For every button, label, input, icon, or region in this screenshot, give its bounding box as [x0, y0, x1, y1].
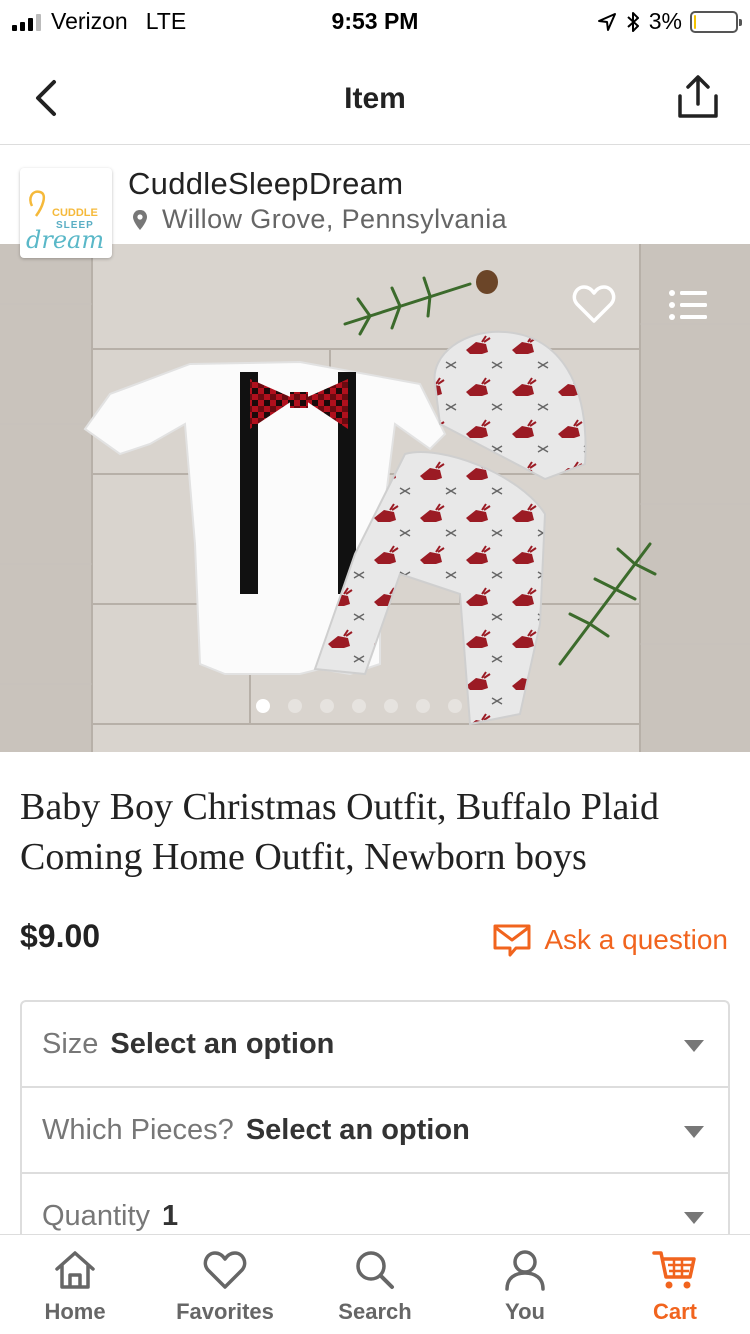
carousel-dot[interactable] — [320, 699, 334, 713]
option-label: Which Pieces? — [42, 1113, 234, 1146]
cart-icon — [652, 1251, 696, 1289]
tab-label: You — [505, 1299, 545, 1324]
user-icon — [505, 1250, 545, 1291]
shop-logo-image: CUDDLE SLEEP dream — [26, 190, 104, 254]
carousel-dot[interactable] — [256, 699, 270, 713]
battery-icon — [690, 10, 742, 33]
dropdown-caret-icon — [684, 1126, 704, 1138]
tab-label: Search — [338, 1299, 412, 1324]
bluetooth-icon — [627, 11, 639, 32]
dropdown-caret-icon — [684, 1212, 704, 1224]
tab-label: Cart — [652, 1299, 697, 1324]
product-title: Baby Boy Christmas Outfit, Buffalo Plaid… — [20, 786, 659, 878]
status-right: 3% — [597, 8, 742, 35]
product-price: $9.00 — [20, 918, 101, 954]
variation-options: Size Select an option Which Pieces? Sele… — [20, 1000, 730, 1260]
ask-question-label: Ask a question — [544, 924, 728, 955]
product-photo — [0, 244, 750, 752]
shop-logo[interactable]: CUDDLE SLEEP dream — [20, 168, 112, 258]
option-value: Select an option — [110, 1027, 335, 1060]
carousel-dot[interactable] — [288, 699, 302, 713]
shop-name[interactable]: CuddleSleepDream — [128, 166, 403, 202]
status-bar: Verizon LTE 9:53 PM 3% — [0, 0, 750, 40]
tab-you[interactable]: You — [450, 1235, 600, 1334]
tab-label: Home — [44, 1299, 106, 1324]
option-value: Select an option — [245, 1113, 470, 1146]
tab-cart[interactable]: Cart — [600, 1235, 750, 1334]
location-pin-icon — [133, 209, 147, 230]
product-image-carousel[interactable] — [0, 244, 750, 752]
location-arrow-icon — [597, 12, 616, 31]
carousel-dot[interactable] — [384, 699, 398, 713]
heart-icon — [203, 1251, 247, 1289]
shop-location: Willow Grove, Pennsylvania — [132, 204, 507, 235]
logo-text-cuddle: CUDDLE — [52, 207, 98, 219]
carousel-dot[interactable] — [416, 699, 430, 713]
search-icon — [356, 1251, 394, 1289]
carousel-dot[interactable] — [448, 699, 462, 713]
ask-question-button[interactable]: Ask a question — [492, 922, 728, 958]
shop-location-text: Willow Grove, Pennsylvania — [162, 204, 508, 234]
option-label: Quantity — [42, 1199, 150, 1232]
carousel-pagination[interactable] — [256, 699, 462, 713]
favorite-button[interactable] — [572, 284, 616, 324]
back-button[interactable] — [28, 78, 64, 118]
navigation-bar: Item — [0, 50, 750, 145]
envelope-icon — [493, 924, 531, 957]
page-title: Item — [344, 82, 406, 115]
battery-fill — [694, 14, 696, 29]
add-to-list-button[interactable] — [668, 288, 708, 322]
pieces-select[interactable]: Which Pieces? Select an option — [22, 1088, 728, 1174]
size-select[interactable]: Size Select an option — [22, 1002, 728, 1088]
tab-favorites[interactable]: Favorites — [150, 1235, 300, 1334]
home-icon — [55, 1251, 95, 1289]
option-value: 1 — [162, 1199, 179, 1232]
tab-search[interactable]: Search — [300, 1235, 450, 1334]
option-label: Size — [42, 1027, 99, 1060]
tab-bar: Home Favorites Search You Cart — [0, 1234, 750, 1334]
tab-label: Favorites — [176, 1299, 274, 1324]
share-button[interactable] — [676, 74, 720, 120]
tab-home[interactable]: Home — [0, 1235, 150, 1334]
logo-text-dream: dream — [26, 226, 104, 254]
battery-percent: 3% — [648, 8, 682, 34]
carousel-dot[interactable] — [352, 699, 366, 713]
shop-header[interactable]: CUDDLE SLEEP dream CuddleSleepDream Will… — [0, 146, 750, 258]
dropdown-caret-icon — [684, 1040, 704, 1052]
